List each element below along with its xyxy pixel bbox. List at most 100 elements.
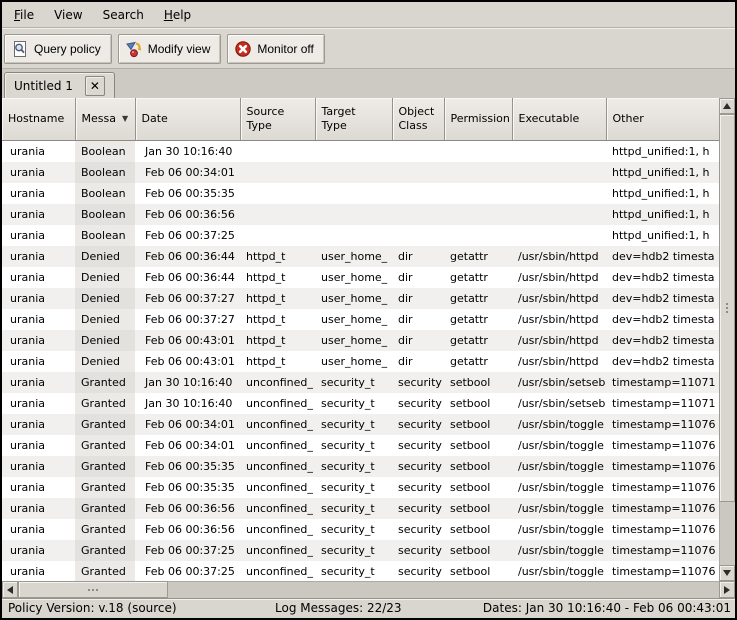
cell-message: Granted (75, 456, 135, 477)
scroll-up-button[interactable] (719, 98, 735, 114)
scroll-right-button[interactable] (719, 581, 735, 598)
cell-other: timestamp=11076 (606, 561, 719, 582)
cell-executable: /usr/sbin/toggle (512, 519, 606, 540)
cell-source-type (240, 204, 315, 225)
column-header-other[interactable]: Other (606, 98, 719, 140)
query-policy-button[interactable]: Query policy (4, 34, 112, 64)
cell-hostname: urania (2, 351, 75, 372)
cell-hostname: urania (2, 162, 75, 183)
table-row[interactable]: urania Boolean Feb 06 00:34:01 httpd_uni… (2, 162, 719, 183)
cell-message: Granted (75, 519, 135, 540)
cell-date: Feb 06 00:43:01 (135, 330, 240, 351)
tab-close-button[interactable]: ✕ (85, 76, 105, 96)
cell-hostname: urania (2, 183, 75, 204)
table-row[interactable]: urania Granted Feb 06 00:34:01 unconfine… (2, 435, 719, 456)
menu-search[interactable]: Search (93, 5, 154, 25)
cell-message: Denied (75, 267, 135, 288)
cell-target-type (315, 162, 392, 183)
cell-permission: setbool (444, 519, 512, 540)
cell-source-type: unconfined_ (240, 372, 315, 393)
menu-help[interactable]: Help (154, 5, 201, 25)
table-row[interactable]: urania Granted Feb 06 00:34:01 unconfine… (2, 414, 719, 435)
column-header-source-type[interactable]: Source Type (240, 98, 315, 140)
table-row[interactable]: urania Denied Feb 06 00:36:44 httpd_t us… (2, 267, 719, 288)
cell-target-type: user_home_ (315, 330, 392, 351)
arrow-left-icon (7, 586, 13, 594)
cell-executable: /usr/sbin/httpd (512, 330, 606, 351)
cell-source-type: httpd_t (240, 330, 315, 351)
cell-date: Feb 06 00:36:44 (135, 246, 240, 267)
log-message-table: Hostname Messa▼ Date Source Type Target … (2, 98, 735, 581)
table-row[interactable]: urania Denied Feb 06 00:43:01 httpd_t us… (2, 330, 719, 351)
cell-object-class: security (392, 561, 444, 582)
cell-source-type (240, 162, 315, 183)
cell-target-type: security_t (315, 540, 392, 561)
column-header-message[interactable]: Messa▼ (75, 98, 135, 140)
cell-permission: getattr (444, 246, 512, 267)
table-row[interactable]: urania Granted Jan 30 10:16:40 unconfine… (2, 393, 719, 414)
modify-view-button[interactable]: Modify view (118, 34, 222, 64)
cell-target-type: user_home_ (315, 309, 392, 330)
table-row[interactable]: urania Denied Feb 06 00:36:44 httpd_t us… (2, 246, 719, 267)
table-row[interactable]: urania Denied Feb 06 00:43:01 httpd_t us… (2, 351, 719, 372)
cell-source-type: unconfined_ (240, 456, 315, 477)
table-row[interactable]: urania Denied Feb 06 00:37:27 httpd_t us… (2, 309, 719, 330)
cell-message: Denied (75, 330, 135, 351)
scroll-left-button[interactable] (2, 581, 18, 598)
cell-hostname: urania (2, 246, 75, 267)
table-row[interactable]: urania Boolean Feb 06 00:35:35 httpd_uni… (2, 183, 719, 204)
cell-other: httpd_unified:1, h (606, 204, 719, 225)
menu-view[interactable]: View (44, 5, 92, 25)
cell-source-type: unconfined_ (240, 435, 315, 456)
column-header-object-class[interactable]: Object Class (392, 98, 444, 140)
table-row[interactable]: urania Granted Feb 06 00:36:56 unconfine… (2, 519, 719, 540)
column-header-permission[interactable]: Permission (444, 98, 512, 140)
thumb-grip-icon (726, 307, 728, 309)
cell-message: Boolean (75, 162, 135, 183)
table-row[interactable]: urania Granted Feb 06 00:37:25 unconfine… (2, 540, 719, 561)
cell-permission: getattr (444, 351, 512, 372)
cell-permission: setbool (444, 393, 512, 414)
column-header-target-type[interactable]: Target Type (315, 98, 392, 140)
table-row[interactable]: urania Granted Feb 06 00:35:35 unconfine… (2, 456, 719, 477)
monitor-off-label: Monitor off (257, 42, 313, 56)
menu-file[interactable]: File (4, 5, 44, 25)
cell-object-class: security (392, 540, 444, 561)
cell-executable (512, 225, 606, 246)
column-header-hostname[interactable]: Hostname (2, 98, 75, 140)
cell-hostname: urania (2, 414, 75, 435)
column-header-executable[interactable]: Executable (512, 98, 606, 140)
cell-hostname: urania (2, 561, 75, 582)
cell-permission: setbool (444, 498, 512, 519)
vertical-scrollbar[interactable] (719, 98, 735, 581)
table-row[interactable]: urania Boolean Feb 06 00:37:25 httpd_uni… (2, 225, 719, 246)
column-header-date[interactable]: Date (135, 98, 240, 140)
table-row[interactable]: urania Boolean Feb 06 00:36:56 httpd_uni… (2, 204, 719, 225)
vertical-scrollbar-thumb[interactable] (719, 114, 735, 502)
arrow-down-icon (723, 570, 731, 576)
cell-date: Feb 06 00:36:56 (135, 519, 240, 540)
cell-permission: setbool (444, 477, 512, 498)
cell-date: Feb 06 00:35:35 (135, 183, 240, 204)
cell-source-type: httpd_t (240, 309, 315, 330)
scroll-down-button[interactable] (719, 565, 735, 581)
query-policy-label: Query policy (34, 42, 101, 56)
table-row[interactable]: urania Denied Feb 06 00:37:27 httpd_t us… (2, 288, 719, 309)
log-messages-status: Log Messages: 22/23 (275, 599, 402, 618)
horizontal-scrollbar-thumb[interactable] (18, 581, 168, 598)
monitor-off-button[interactable]: Monitor off (227, 34, 324, 64)
cell-target-type: security_t (315, 435, 392, 456)
table-row[interactable]: urania Granted Feb 06 00:37:25 unconfine… (2, 561, 719, 582)
cell-source-type (240, 225, 315, 246)
cell-source-type (240, 140, 315, 162)
table-row[interactable]: urania Boolean Jan 30 10:16:40 httpd_uni… (2, 140, 719, 162)
table-row[interactable]: urania Granted Feb 06 00:35:35 unconfine… (2, 477, 719, 498)
tab-untitled-1[interactable]: Untitled 1 ✕ (4, 72, 115, 99)
table-row[interactable]: urania Granted Feb 06 00:36:56 unconfine… (2, 498, 719, 519)
toolbar: Query policy Modify view Mo (2, 29, 735, 68)
cell-source-type (240, 183, 315, 204)
horizontal-scrollbar[interactable] (2, 581, 735, 598)
cell-other: dev=hdb2 timesta (606, 267, 719, 288)
monitor-off-icon (234, 40, 252, 58)
table-row[interactable]: urania Granted Jan 30 10:16:40 unconfine… (2, 372, 719, 393)
